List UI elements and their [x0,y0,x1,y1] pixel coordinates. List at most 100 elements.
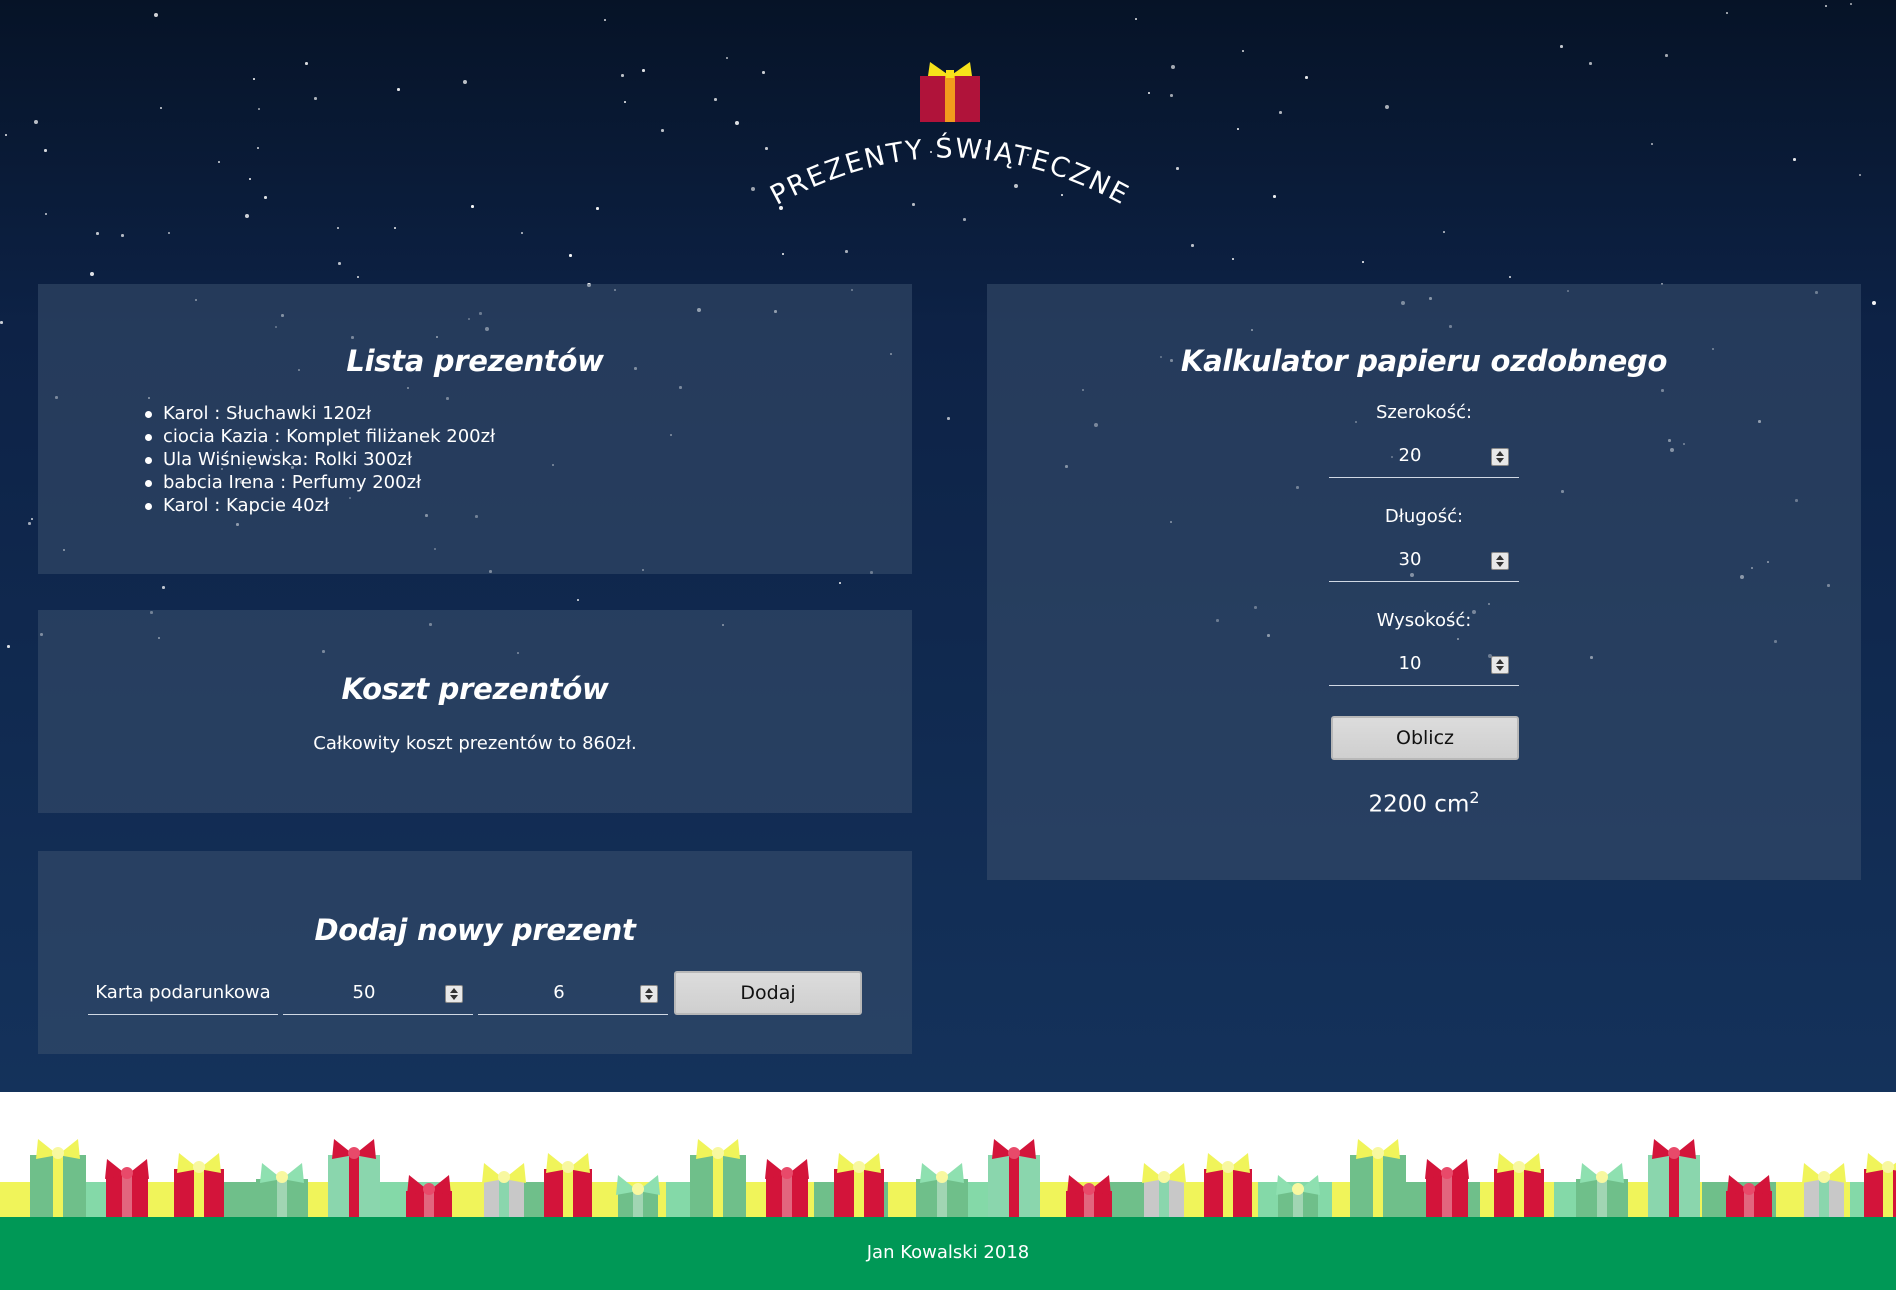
star [1872,301,1876,305]
length-input[interactable]: 30 [1329,538,1519,582]
star [28,522,31,525]
star [1560,45,1563,48]
height-label: Wysokość: [1376,610,1472,631]
length-spinner-icon[interactable] [1491,552,1509,570]
gift-box-icon [1864,1153,1896,1217]
calculator-title: Kalkulator papieru ozdobnego [1180,344,1668,378]
gift-box-icon [988,1139,1040,1217]
footer-text: Jan Kowalski 2018 [866,1242,1030,1263]
gift-box-icon [1142,1163,1186,1217]
gift-box-icon [256,1163,308,1217]
gift-box-icon [834,1153,884,1217]
add-gift-button[interactable]: Dodaj [674,971,862,1015]
gift-person-input[interactable]: 6 [478,971,668,1015]
star [1135,18,1137,20]
wrapping-paper-calculator-panel: Kalkulator papieru ozdobnego Szerokość: … [987,284,1861,880]
star [1726,12,1728,14]
width-label: Szerokość: [1375,402,1473,423]
svg-text:PREZENTY ŚWIĄTECZNE: PREZENTY ŚWIĄTECZNE [765,132,1134,211]
star [253,78,255,80]
height-input[interactable]: 10 [1329,642,1519,686]
star [1665,54,1668,57]
height-spinner-icon[interactable] [1491,656,1509,674]
star [782,253,784,255]
gift-name-input[interactable]: Karta podarunkowa [88,971,278,1015]
person-spinner-icon[interactable] [640,985,658,1003]
star [1589,62,1592,65]
gift-box-icon [616,1175,660,1217]
price-spinner-icon[interactable] [445,985,463,1003]
star [1273,195,1276,198]
width-input[interactable]: 20 [1329,434,1519,478]
add-gift-title: Dodaj nowy prezent [314,913,636,947]
gift-box-icon [1726,1175,1772,1217]
gift-box-icon [690,1139,746,1217]
star [1191,244,1194,247]
list-item: Karol : Słuchawki 120zł [143,402,495,425]
star [1171,65,1175,69]
star [947,417,950,420]
star [839,582,841,584]
gift-box-icon [1648,1139,1700,1217]
star [96,232,99,235]
length-label: Długość: [1384,506,1464,527]
width-spinner-icon[interactable] [1491,448,1509,466]
calculate-button[interactable]: Oblicz [1331,716,1519,760]
star [1170,94,1173,97]
star [0,321,3,324]
gift-box-icon [544,1153,592,1217]
night-sky-background: PREZENTY ŚWIĄTECZNE Lista prezentów Karo… [0,0,1896,1092]
star [1793,158,1796,161]
gift-box-icon [1494,1153,1544,1217]
total-cost-text: Całkowity koszt prezentów to 860zł. [313,733,637,754]
calculator-result: 2200 cm2 [987,788,1861,818]
gift-list-title: Lista prezentów [346,344,604,378]
star [1385,105,1389,109]
gift-box-icon [30,1139,86,1217]
gift-box-icon [916,1163,968,1217]
star [1279,111,1282,114]
star [1850,3,1852,5]
star [577,599,579,601]
star [90,272,94,276]
star [394,227,396,229]
star [5,134,7,136]
star [1859,174,1861,176]
star [357,276,359,278]
star [168,232,170,234]
gift-box-icon [1204,1153,1252,1217]
gift-cost-panel: Koszt prezentów Całkowity koszt prezentó… [38,610,912,813]
star [1148,92,1150,94]
star [1825,5,1827,7]
star [569,254,572,257]
star [305,62,308,65]
gift-box-icon [174,1153,224,1217]
gift-box-icon [1276,1175,1320,1217]
star [121,234,124,237]
gift-price-input[interactable]: 50 [283,971,473,1015]
star [1362,261,1364,263]
star [44,149,47,152]
list-item: Ula Wiśniewska: Rolki 300zł [143,448,495,471]
gift-box-icon [1066,1175,1112,1217]
star [596,207,599,210]
page-title: PREZENTY ŚWIĄTECZNE [765,132,1134,211]
gift-box-icon [765,1159,809,1217]
result-value: 2200 cm [1368,791,1470,818]
list-item: Karol : Kapcie 40zł [143,494,495,517]
gift-box-icon [482,1163,526,1217]
star [463,80,467,84]
star [162,586,165,589]
star [1509,276,1511,278]
gift-list: Karol : Słuchawki 120zł ciocia Kazia : K… [143,402,495,517]
add-gift-panel: Dodaj nowy prezent Karta podarunkowa 50 … [38,851,912,1054]
gift-icon [920,62,980,122]
star [714,98,717,101]
star [471,205,474,208]
star [845,250,848,253]
gift-box-icon [406,1175,452,1217]
gift-box-icon [1802,1163,1846,1217]
gift-list-panel: Lista prezentów Karol : Słuchawki 120zł … [38,284,912,574]
star [45,213,47,215]
star [264,196,267,199]
